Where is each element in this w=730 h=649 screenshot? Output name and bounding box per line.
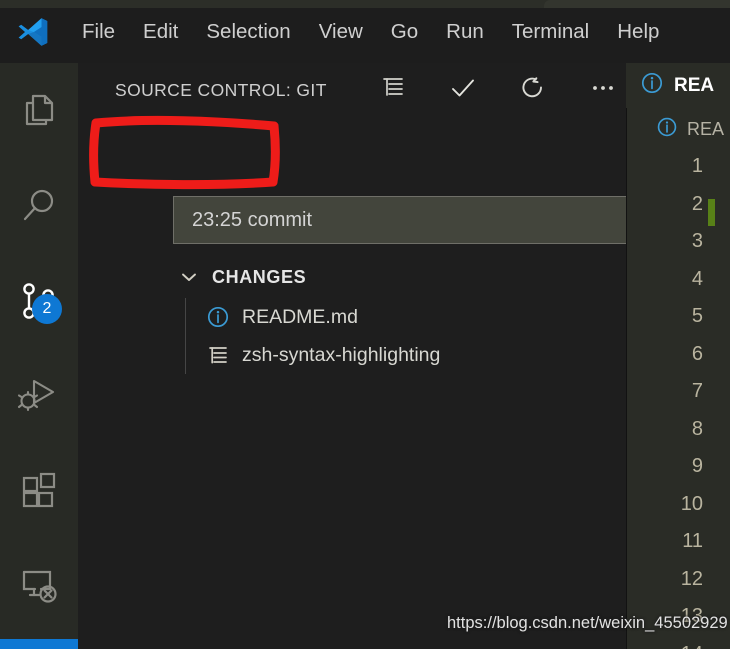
gutter-line: 4	[626, 268, 730, 306]
changes-file-list: README.md M zsh-syntax-highlighting M	[156, 298, 704, 374]
window-top-strip-right	[544, 0, 730, 8]
commit-button[interactable]	[448, 75, 478, 105]
status-bar-fragment	[0, 639, 78, 649]
line-number: 6	[691, 342, 703, 365]
window-top-strip	[0, 0, 730, 8]
line-number: 7	[691, 380, 703, 402]
title-bar: File Edit Selection View Go Run Terminal…	[0, 0, 730, 63]
view-as-list-button[interactable]	[378, 75, 408, 105]
gutter-line: 1	[626, 155, 730, 193]
gutter-line: 2	[626, 193, 730, 231]
check-icon	[449, 74, 477, 107]
menu-edit[interactable]: Edit	[129, 18, 192, 46]
sidebar-item-remote-explorer[interactable]	[0, 538, 78, 633]
sidebar-item-search[interactable]	[0, 158, 78, 253]
text-file-icon	[206, 343, 230, 367]
breadcrumb-label: REA	[687, 118, 725, 139]
breadcrumb[interactable]: REA	[626, 108, 730, 150]
menu-help[interactable]: Help	[603, 18, 673, 46]
gutter-line: 3	[626, 230, 730, 268]
editor-area: REA REA 1 2 3 4 5 6 7 8 9 10 11 12 13	[626, 63, 730, 649]
file-name: zsh-syntax-highlighting	[242, 343, 441, 366]
editor-line-number-gutter: 1 2 3 4 5 6 7 8 9 10 11 12 13	[626, 155, 730, 649]
markdown-info-icon	[206, 305, 230, 329]
watermark-text: https://blog.csdn.net/weixin_45502929	[447, 614, 728, 632]
menu-file[interactable]: File	[68, 18, 129, 46]
extensions-icon	[18, 470, 60, 512]
refresh-icon	[519, 74, 547, 107]
menu-go[interactable]: Go	[377, 18, 432, 46]
menu-view[interactable]: View	[305, 18, 377, 46]
line-number: 9	[691, 455, 703, 477]
gutter-line: 11	[626, 530, 730, 568]
gutter-line: 6	[626, 343, 730, 381]
file-name: README.md	[242, 305, 358, 328]
sidebar-item-extensions[interactable]	[0, 443, 78, 538]
vscode-logo-icon	[16, 15, 50, 49]
list-item[interactable]: zsh-syntax-highlighting M	[156, 336, 704, 374]
menu-bar: File Edit Selection View Go Run Terminal…	[68, 18, 673, 46]
menu-run[interactable]: Run	[432, 18, 498, 46]
source-control-panel: SOURCE CONTROL: GIT 23:25 commit CHANGES…	[78, 63, 686, 649]
activity-bar: 2	[0, 63, 78, 649]
gutter-line: 5	[626, 305, 730, 343]
line-number: 4	[691, 267, 703, 290]
commit-message-input[interactable]	[173, 196, 686, 244]
sidebar-item-run-and-debug[interactable]	[0, 348, 78, 443]
line-number: 11	[682, 530, 703, 552]
more-actions-icon	[589, 74, 617, 107]
sidebar-item-explorer[interactable]	[0, 63, 78, 158]
line-number: 2	[691, 192, 703, 215]
remote-explorer-icon	[17, 564, 61, 608]
line-number: 14	[681, 643, 703, 649]
gutter-line: 8	[626, 418, 730, 456]
files-explorer-icon	[18, 90, 60, 132]
chevron-down-icon[interactable]	[178, 266, 200, 288]
editor-tab-label: REA	[674, 74, 715, 96]
panel-title: SOURCE CONTROL: GIT	[115, 79, 327, 100]
line-number: 10	[680, 492, 703, 515]
markdown-info-icon	[640, 71, 664, 100]
line-number: 8	[691, 417, 703, 440]
source-control-badge: 2	[32, 294, 62, 324]
diff-added-marker	[708, 198, 715, 226]
markdown-info-icon	[656, 116, 678, 143]
source-control-header: SOURCE CONTROL: GIT	[78, 63, 626, 117]
changes-group-label: CHANGES	[212, 266, 307, 287]
line-number: 5	[691, 305, 703, 327]
menu-selection[interactable]: Selection	[192, 18, 304, 46]
run-and-debug-icon	[17, 374, 61, 418]
source-control-toolbar	[378, 63, 618, 117]
sidebar-item-source-control[interactable]: 2	[0, 253, 78, 348]
gutter-line: 9	[626, 455, 730, 493]
search-icon	[18, 185, 60, 227]
line-number: 12	[680, 567, 703, 590]
view-as-list-icon	[380, 75, 406, 106]
menu-terminal[interactable]: Terminal	[498, 18, 603, 46]
gutter-line: 7	[626, 380, 730, 418]
commit-message-container	[173, 196, 686, 244]
gutter-line: 12	[626, 568, 730, 606]
gutter-line: 14	[626, 643, 730, 649]
editor-tab-readme[interactable]: REA	[626, 63, 730, 108]
changes-group-header[interactable]: CHANGES 2	[156, 259, 704, 295]
list-item[interactable]: README.md M	[156, 298, 704, 336]
gutter-line: 10	[626, 493, 730, 531]
line-number: 3	[691, 230, 703, 252]
line-number: 1	[691, 155, 703, 177]
vscode-window: File Edit Selection View Go Run Terminal…	[0, 0, 730, 649]
more-actions-button[interactable]	[588, 75, 618, 105]
refresh-button[interactable]	[518, 75, 548, 105]
